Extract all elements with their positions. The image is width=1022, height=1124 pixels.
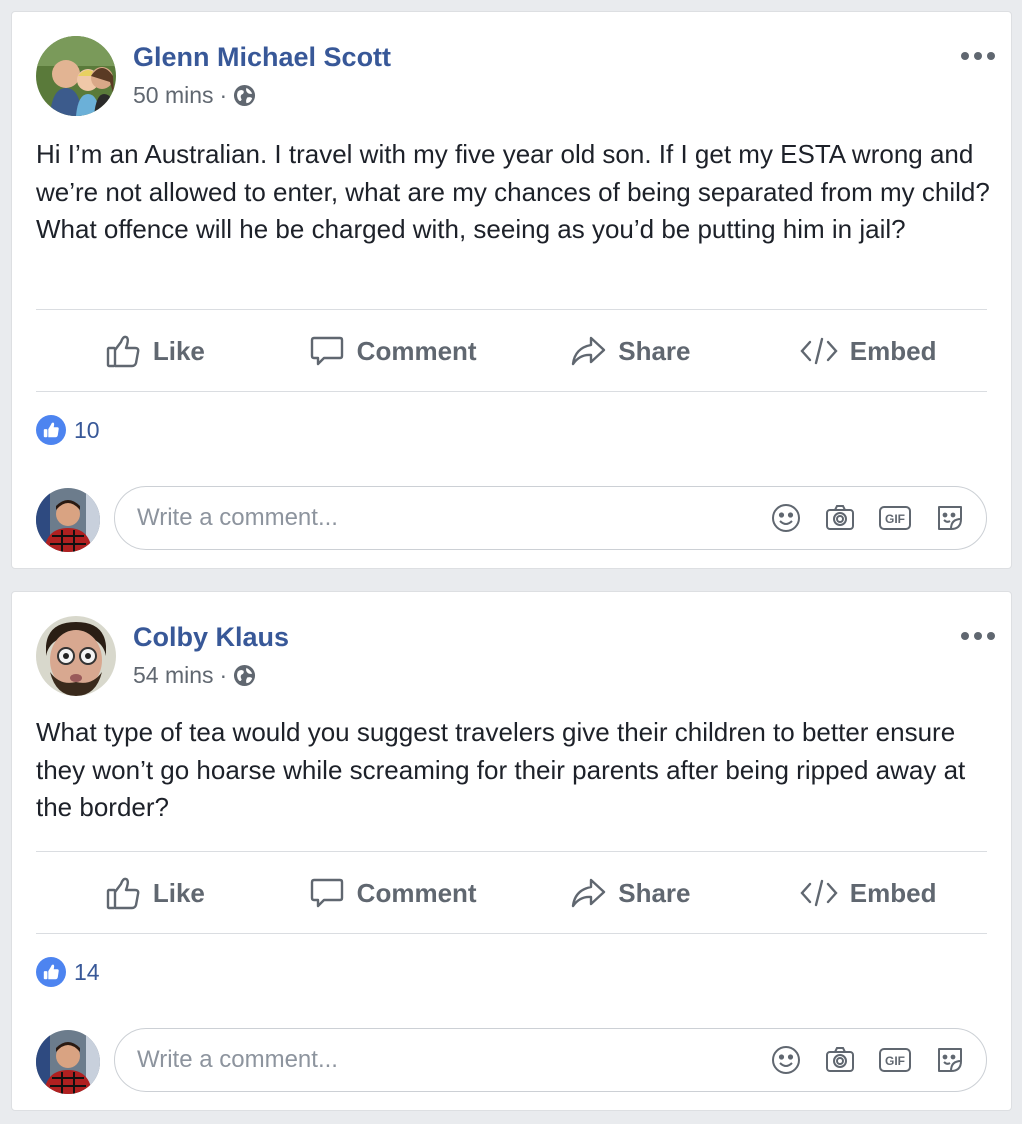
camera-icon[interactable] xyxy=(824,1044,856,1076)
share-label: Share xyxy=(618,877,691,908)
share-arrow-icon xyxy=(572,878,606,908)
post-meta: 50 mins · xyxy=(133,82,256,109)
post-card: Colby Klaus 54 mins · What type of tea w… xyxy=(11,591,1012,1111)
post-meta: 54 mins · xyxy=(133,662,256,689)
code-icon xyxy=(800,879,838,907)
svg-text:GIF: GIF xyxy=(885,512,905,526)
author-avatar[interactable] xyxy=(36,36,116,116)
comment-label: Comment xyxy=(356,335,477,366)
like-count: 10 xyxy=(74,416,100,443)
like-reaction-icon xyxy=(36,957,66,987)
share-button[interactable]: Share xyxy=(512,853,750,933)
post-card: Glenn Michael Scott 50 mins · Hi I’m an … xyxy=(11,11,1012,569)
embed-label: Embed xyxy=(849,877,937,908)
globe-icon[interactable] xyxy=(233,84,256,107)
divider xyxy=(36,933,987,934)
author-avatar[interactable] xyxy=(36,616,116,696)
sticker-icon[interactable] xyxy=(934,502,966,534)
more-options-icon[interactable] xyxy=(961,50,995,62)
gif-icon[interactable]: GIF xyxy=(878,503,912,533)
comment-label: Comment xyxy=(356,877,477,908)
user-avatar[interactable] xyxy=(36,488,100,552)
comment-input[interactable]: Write a comment... GIF xyxy=(114,486,987,550)
like-reaction-icon xyxy=(36,415,66,445)
like-button[interactable]: Like xyxy=(36,311,274,391)
action-bar: Like Comment Share Embed xyxy=(36,853,987,933)
embed-button[interactable]: Embed xyxy=(749,853,987,933)
post-body: Hi I’m an Australian. I travel with my f… xyxy=(36,139,990,244)
post-timestamp[interactable]: 54 mins xyxy=(133,662,214,689)
svg-text:GIF: GIF xyxy=(885,1054,905,1068)
like-label: Like xyxy=(152,877,205,908)
thumbs-up-icon xyxy=(106,877,140,910)
divider xyxy=(36,309,987,310)
post-timestamp[interactable]: 50 mins xyxy=(133,82,214,109)
thumbs-up-icon xyxy=(106,335,140,368)
comment-button[interactable]: Comment xyxy=(274,311,512,391)
speech-bubble-icon xyxy=(310,878,343,908)
more-options-icon[interactable] xyxy=(961,630,995,642)
gif-icon[interactable]: GIF xyxy=(878,1045,912,1075)
sticker-icon[interactable] xyxy=(934,1044,966,1076)
comment-composer: Write a comment... GIF xyxy=(36,486,987,552)
meta-separator: · xyxy=(219,82,228,108)
reaction-summary[interactable]: 10 xyxy=(36,415,100,445)
share-button[interactable]: Share xyxy=(512,311,750,391)
embed-button[interactable]: Embed xyxy=(749,311,987,391)
like-count: 14 xyxy=(74,958,100,985)
like-label: Like xyxy=(152,335,205,366)
comment-placeholder: Write a comment... xyxy=(137,504,338,531)
action-bar: Like Comment Share Embed xyxy=(36,311,987,391)
author-name[interactable]: Colby Klaus xyxy=(133,622,289,653)
post-body: What type of tea would you suggest trave… xyxy=(36,717,966,822)
like-button[interactable]: Like xyxy=(36,853,274,933)
embed-label: Embed xyxy=(849,335,937,366)
divider xyxy=(36,391,987,392)
author-name[interactable]: Glenn Michael Scott xyxy=(133,42,391,73)
globe-icon[interactable] xyxy=(233,664,256,687)
share-arrow-icon xyxy=(572,336,606,366)
meta-separator: · xyxy=(219,662,228,688)
reaction-summary[interactable]: 14 xyxy=(36,957,100,987)
divider xyxy=(36,851,987,852)
share-label: Share xyxy=(618,335,691,366)
smiley-icon[interactable] xyxy=(770,1044,802,1076)
camera-icon[interactable] xyxy=(824,502,856,534)
speech-bubble-icon xyxy=(310,336,343,366)
comment-composer: Write a comment... GIF xyxy=(36,1028,987,1094)
comment-button[interactable]: Comment xyxy=(274,853,512,933)
comment-input[interactable]: Write a comment... GIF xyxy=(114,1028,987,1092)
user-avatar[interactable] xyxy=(36,1030,100,1094)
smiley-icon[interactable] xyxy=(770,502,802,534)
comment-placeholder: Write a comment... xyxy=(137,1046,338,1073)
code-icon xyxy=(800,337,838,365)
